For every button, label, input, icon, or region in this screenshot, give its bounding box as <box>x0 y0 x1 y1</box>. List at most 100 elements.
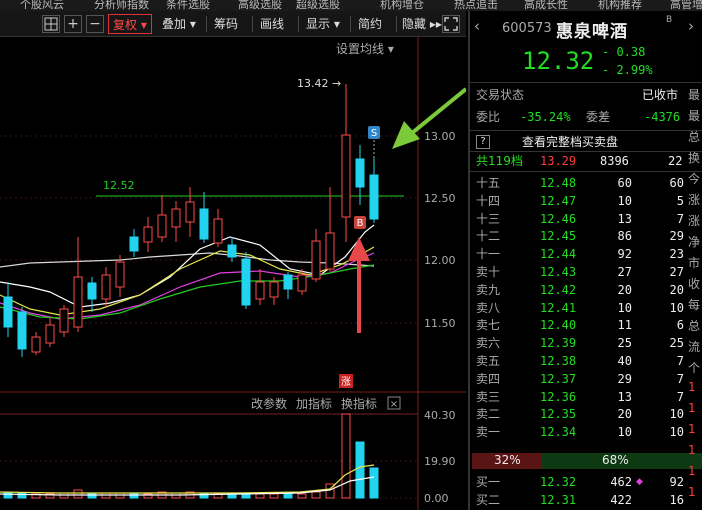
full-book-row[interactable]: ? 查看完整档买卖盘 <box>470 130 702 152</box>
volume-bars <box>3 413 379 499</box>
chouma-button[interactable]: 筹码 <box>210 14 242 34</box>
ask-row[interactable]: 卖三 12.36 13 7 <box>470 388 702 406</box>
ask-order-count: 7 <box>676 354 684 368</box>
toolbar-divider <box>298 16 299 32</box>
volume-bar <box>355 441 365 499</box>
ask-row[interactable]: 卖六 12.39 25 25 <box>470 334 702 352</box>
ask-row[interactable]: 卖十 12.43 27 27 <box>470 263 702 281</box>
candle-body <box>171 208 181 228</box>
weicha-value: -4376 <box>644 110 681 124</box>
ask-row[interactable]: 十三 12.46 13 7 <box>470 210 702 228</box>
back-icon[interactable]: ‹ <box>474 17 480 35</box>
menu-item[interactable]: 机构增仓 <box>380 0 424 11</box>
ask-volume: 40 <box>617 354 632 368</box>
ask-order-count: 6 <box>676 318 684 333</box>
jianyue-button[interactable]: 简约 <box>354 14 386 34</box>
price-tick: 12.50 <box>424 192 456 205</box>
ask-row[interactable]: 卖一 12.34 10 10 <box>470 423 702 441</box>
ask-row[interactable]: 卖二 12.35 20 10 <box>470 405 702 423</box>
weibi-row: 委比 -35.24% 委差 -4376 <box>470 108 702 126</box>
ask-row[interactable]: 卖五 12.38 40 7 <box>470 352 702 370</box>
close-indicator-glyph: × <box>390 399 398 410</box>
ask-order-count: 25 <box>669 336 684 351</box>
menu-item[interactable]: 机构推荐 <box>598 0 642 11</box>
diejia-button[interactable]: 叠加 ▾ <box>158 14 200 34</box>
candle-body <box>87 282 97 300</box>
bid-row[interactable]: 买二 12.31 422 16 <box>470 491 702 509</box>
bid-row[interactable]: 买一 12.32 462 ◆ 92 <box>470 473 702 491</box>
ma-settings-label[interactable]: 设置均线 ▾ <box>336 42 394 56</box>
ask-volume: 60 <box>617 176 632 190</box>
summary-vol: 8396 <box>600 154 629 168</box>
volume-bar <box>311 491 321 499</box>
volume-bar <box>269 493 279 499</box>
ask-volume: 27 <box>617 265 632 279</box>
bid-mark-icon: ◆ <box>636 477 643 487</box>
ask-level-label: 十二 <box>476 229 501 244</box>
huaxian-button[interactable]: 画线 <box>256 14 288 34</box>
side-info-label: 最 <box>688 88 701 102</box>
candle-body <box>45 324 55 344</box>
ask-volume: 10 <box>617 425 632 440</box>
ask-order-count: 60 <box>669 176 684 190</box>
ask-level-label: 卖二 <box>476 407 501 422</box>
ask-row[interactable]: 卖七 12.40 11 6 <box>470 316 702 334</box>
volume-bar <box>341 413 351 499</box>
yincang-button[interactable]: 隐藏 ▸▸ <box>398 14 446 34</box>
ask-row[interactable]: 十二 12.45 86 29 <box>470 227 702 245</box>
ask-price: 12.35 <box>540 407 577 422</box>
menu-item[interactable]: 热点追击 <box>454 0 498 11</box>
ask-level-label: 卖四 <box>476 371 501 386</box>
bid-level-label: 买二 <box>476 493 501 507</box>
ask-row[interactable]: 十四 12.47 10 5 <box>470 192 702 210</box>
ask-row[interactable]: 卖八 12.41 10 10 <box>470 299 702 317</box>
ask-price: 12.41 <box>540 300 577 315</box>
candle-body <box>3 296 13 328</box>
ask-row[interactable]: 十五 12.48 60 60 <box>470 174 702 192</box>
next-icon[interactable]: › <box>688 17 694 35</box>
ask-level-label: 卖七 <box>476 318 501 333</box>
zoom-out-icon[interactable]: − <box>86 15 104 33</box>
menu-item[interactable]: 分析师指数 <box>94 0 149 11</box>
fuquan-button[interactable]: 复权 ▾ <box>108 14 152 34</box>
menu-item[interactable]: 超级选股 <box>296 0 340 11</box>
xianshi-button[interactable]: 显示 ▾ <box>302 14 344 34</box>
ask-price: 12.44 <box>540 247 577 262</box>
menu-item[interactable]: 高管增 <box>670 0 702 11</box>
volume-bar <box>73 489 83 499</box>
ask-level-label: 卖九 <box>476 282 501 297</box>
toolbar-divider <box>206 16 207 32</box>
sell-marker-label: S <box>371 128 377 139</box>
max-price-label: 13.42 → <box>297 77 341 90</box>
full-book-label[interactable]: 查看完整档买卖盘 <box>522 131 618 153</box>
side-info-strip: 最最总换今涨涨净市收每总流个111111 <box>688 86 702 510</box>
help-icon[interactable]: ? <box>476 135 490 149</box>
change-params-button[interactable]: 改参数 <box>251 396 287 411</box>
zoom-in-icon[interactable]: + <box>64 15 82 33</box>
ask-volume: 25 <box>617 336 632 351</box>
ask-order-count: 10 <box>669 407 684 422</box>
menu-item[interactable]: 高成长性 <box>524 0 568 11</box>
volume-tick: 0.00 <box>424 492 449 505</box>
ask-row[interactable]: 卖九 12.42 20 20 <box>470 281 702 299</box>
volume-tick: 40.30 <box>424 409 456 422</box>
ask-row[interactable]: 卖四 12.37 29 7 <box>470 370 702 388</box>
volume-bar <box>255 493 265 499</box>
ask-row[interactable]: 十一 12.44 92 23 <box>470 245 702 263</box>
add-indicator-button[interactable]: 加指标 <box>296 396 332 411</box>
menu-item[interactable]: 条件选股 <box>166 0 210 11</box>
fullscreen-icon[interactable] <box>442 15 460 33</box>
ask-order-count: 23 <box>669 247 684 262</box>
summary-label: 共119档 <box>476 154 523 168</box>
switch-indicator-button[interactable]: 换指标 <box>341 396 377 411</box>
grid-icon[interactable] <box>42 15 60 33</box>
kline-chart[interactable]: 设置均线 ▾ 13.00 12.50 12.00 11.50 12.52 13.… <box>0 37 466 510</box>
menu-item[interactable]: 高级选股 <box>238 0 282 11</box>
menu-item[interactable]: 个股风云 <box>20 0 64 11</box>
ask-volume: 11 <box>617 318 632 333</box>
candle-body <box>227 244 237 258</box>
candle-body <box>101 274 111 300</box>
ask-volume: 13 <box>617 389 632 404</box>
ask-price: 12.43 <box>540 265 577 279</box>
summary-price: 13.29 <box>540 154 577 168</box>
